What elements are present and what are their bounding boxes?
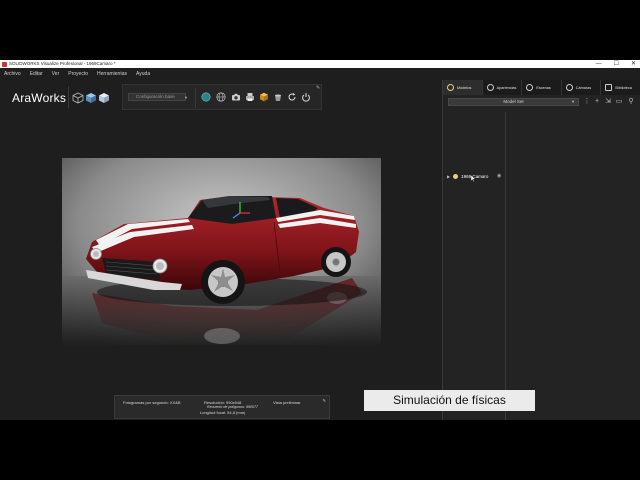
appearance-icon — [486, 84, 494, 91]
fps-readout: Fotogramas por segundo: XX&B — [123, 400, 181, 405]
mouse-cursor-icon — [471, 175, 476, 182]
camera-select-value: Configuración base — [136, 94, 175, 99]
menu-editar[interactable]: Editar — [30, 71, 43, 77]
tree-item-1969-camaro[interactable]: ▶ 1969 Camaro — [447, 172, 488, 180]
print-icon[interactable] — [245, 92, 255, 102]
pin-icon[interactable]: ✎ — [323, 398, 326, 403]
car-render — [62, 158, 381, 345]
render-status-panel: Fotogramas por segundo: XX&B Resolución:… — [114, 395, 330, 419]
app-logo: AraWorks — [12, 91, 67, 105]
tab-appearances-label: Apariencias — [496, 85, 517, 90]
tab-cameras-label: Cámaras — [575, 85, 592, 90]
toolbar-divider — [195, 88, 196, 108]
menu-ayuda[interactable]: Ayuda — [136, 71, 150, 77]
logo-cubes — [72, 92, 110, 104]
application-window: SOLIDWORKS Visualize Profesional - 1969C… — [0, 60, 640, 420]
folder-icon[interactable]: ▭ — [615, 98, 623, 106]
library-icon — [605, 84, 613, 91]
toolbar-divider — [68, 86, 69, 108]
model-set-select[interactable]: Model Set ▼ — [448, 98, 579, 106]
camera-icon[interactable] — [231, 92, 241, 102]
polygon-count-readout: Recuento de polígonos: 990077 — [207, 405, 258, 409]
maximize-button[interactable]: ☐ — [614, 60, 619, 68]
model-set-options-icon[interactable]: ⋮ — [583, 98, 591, 106]
search-icon[interactable]: ⚲ — [627, 98, 635, 106]
refresh-icon[interactable] — [287, 92, 297, 102]
video-caption: Simulación de físicas — [364, 390, 535, 411]
sphere-icon[interactable] — [201, 92, 211, 102]
import-icon[interactable]: ⇲ — [604, 98, 612, 106]
preview-label: Vista preliminar — [273, 400, 301, 405]
tab-library[interactable]: Biblioteca — [601, 80, 640, 95]
bucket-icon[interactable] — [273, 92, 283, 102]
window-controls: — ☐ ✕ — [596, 60, 636, 68]
render-viewport[interactable] — [62, 158, 381, 345]
panel-tabs: Modelos Apariencias Escenas Cámaras Bibl… — [443, 80, 640, 95]
title-bar: SOLIDWORKS Visualize Profesional - 1969C… — [0, 60, 640, 68]
model-icon — [447, 84, 454, 91]
menu-herramientas[interactable]: Herramientas — [97, 71, 127, 77]
tab-appearances[interactable]: Apariencias — [483, 80, 523, 95]
add-icon[interactable]: + — [593, 98, 601, 106]
menu-proyecto[interactable]: Proyecto — [68, 71, 88, 77]
chevron-down-icon: ▼ — [571, 99, 575, 104]
close-button[interactable]: ✕ — [631, 60, 636, 68]
menu-archivo[interactable]: Archivo — [4, 71, 21, 77]
blue-cube-icon[interactable] — [85, 92, 97, 104]
globe-icon[interactable] — [216, 92, 226, 102]
tab-library-label: Biblioteca — [615, 85, 632, 90]
focal-length-readout: Longitud focal: 54,8 (mm) — [200, 410, 246, 415]
bulb-icon — [453, 173, 459, 179]
app-icon — [2, 61, 7, 67]
chevron-down-icon: ▼ — [184, 95, 188, 100]
expand-arrow-icon[interactable]: ▶ — [447, 174, 450, 179]
wire-cube-icon[interactable] — [72, 92, 84, 104]
tab-scenes-label: Escenas — [536, 85, 551, 90]
tab-cameras[interactable]: Cámaras — [562, 80, 602, 95]
menu-bar: Archivo Editar Ver Proyecto Herramientas… — [0, 69, 640, 79]
window-title: SOLIDWORKS Visualize Profesional - 1969C… — [9, 61, 116, 66]
tab-models-label: Modelos — [457, 85, 472, 90]
model-set-value: Model Set — [503, 99, 524, 104]
power-icon[interactable] — [301, 92, 311, 102]
white-cube-icon[interactable] — [98, 92, 110, 104]
tab-scenes[interactable]: Escenas — [522, 80, 562, 95]
visibility-eye-icon[interactable]: ◉ — [497, 172, 501, 180]
cube-icon[interactable] — [259, 92, 269, 102]
menu-ver[interactable]: Ver — [52, 71, 60, 77]
minimize-button[interactable]: — — [596, 60, 602, 68]
camera-icon — [565, 84, 573, 91]
pin-icon[interactable]: ✎ — [316, 85, 320, 91]
render-toolbar: Configuración base ▼ — [122, 84, 322, 110]
camera-select[interactable]: Configuración base ▼ — [128, 93, 188, 101]
tab-models[interactable]: Modelos — [443, 80, 483, 95]
scene-icon — [526, 84, 534, 91]
tree-divider — [505, 112, 506, 420]
video-frame: SOLIDWORKS Visualize Profesional - 1969C… — [0, 0, 640, 480]
right-panel: Modelos Apariencias Escenas Cámaras Bibl… — [442, 80, 640, 420]
